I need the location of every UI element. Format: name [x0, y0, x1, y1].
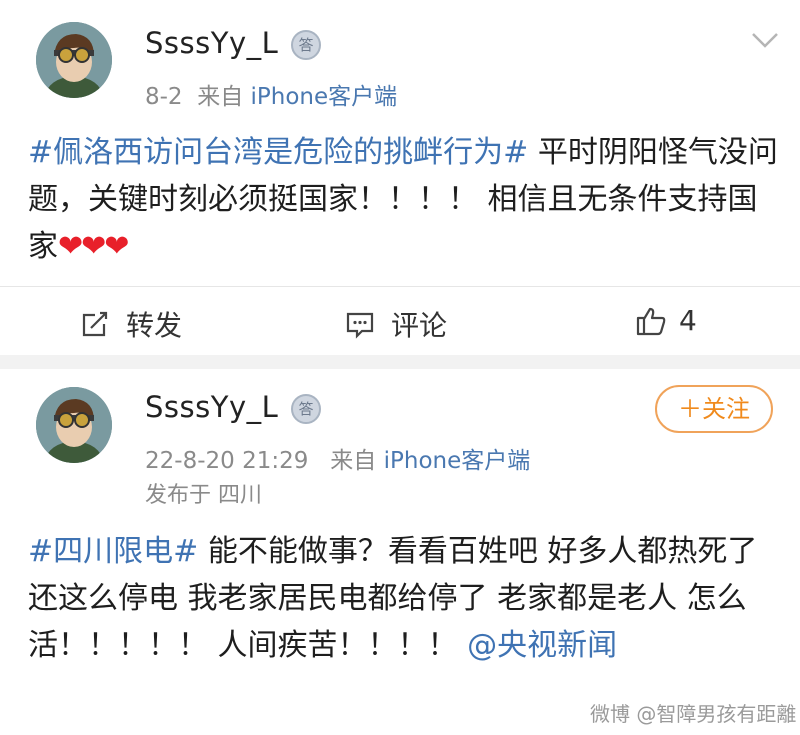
follow-button[interactable]: ＋关注 [655, 385, 773, 433]
from-label: 来自 [330, 448, 377, 474]
avatar[interactable] [36, 387, 112, 463]
mention-link[interactable]: @央视新闻 [467, 628, 617, 663]
post-meta: 8-2 来自 iPhone客户端 [145, 77, 397, 111]
post-location: 发布于 四川 [145, 483, 262, 508]
chevron-down-icon[interactable] [750, 30, 780, 50]
post-source[interactable]: iPhone客户端 [384, 448, 531, 474]
comment-label: 评论 [391, 309, 448, 342]
verified-badge-icon: 答 [291, 30, 321, 60]
like-button[interactable]: 4 [635, 303, 715, 347]
post-date: 22-8-20 21:29 [145, 448, 309, 474]
post-source[interactable]: iPhone客户端 [251, 84, 398, 110]
post-meta: 22-8-20 21:29 来自 iPhone客户端 [145, 441, 530, 475]
avatar[interactable] [36, 22, 112, 98]
hashtag-link[interactable]: #佩洛西访问台湾是危险的挑衅行为# [28, 135, 528, 170]
repost-label: 转发 [126, 309, 183, 342]
hashtag-link[interactable]: #四川限电# [28, 534, 198, 569]
comment-button[interactable]: 评论 [345, 303, 465, 347]
post-date: 8-2 [145, 84, 183, 110]
username[interactable]: SsssYy_L [145, 26, 278, 60]
watermark: 微博 @智障男孩有距離 [590, 702, 797, 726]
heart-emoji: ❤❤❤ [58, 229, 129, 264]
like-count: 4 [679, 304, 697, 337]
repost-icon [82, 311, 108, 337]
from-label: 来自 [197, 84, 244, 110]
repost-button[interactable]: 转发 [80, 303, 200, 347]
post-text: #四川限电# 能不能做事？看看百姓吧 好多人都热死了 还这么停电 我老家居民电都… [28, 528, 780, 669]
weibo-post-1: SsssYy_L 答 8-2 来自 iPhone客户端 #佩洛西访问台湾是危险的… [0, 0, 800, 355]
post-separator [0, 355, 800, 369]
like-icon [636, 307, 666, 336]
post-text: #佩洛西访问台湾是危险的挑衅行为# 平时阴阳怪气没问题，关键时刻必须挺国家！！！… [28, 129, 780, 270]
verified-badge-icon: 答 [291, 394, 321, 424]
comment-icon [346, 312, 374, 339]
username[interactable]: SsssYy_L [145, 390, 278, 424]
divider [0, 286, 800, 287]
